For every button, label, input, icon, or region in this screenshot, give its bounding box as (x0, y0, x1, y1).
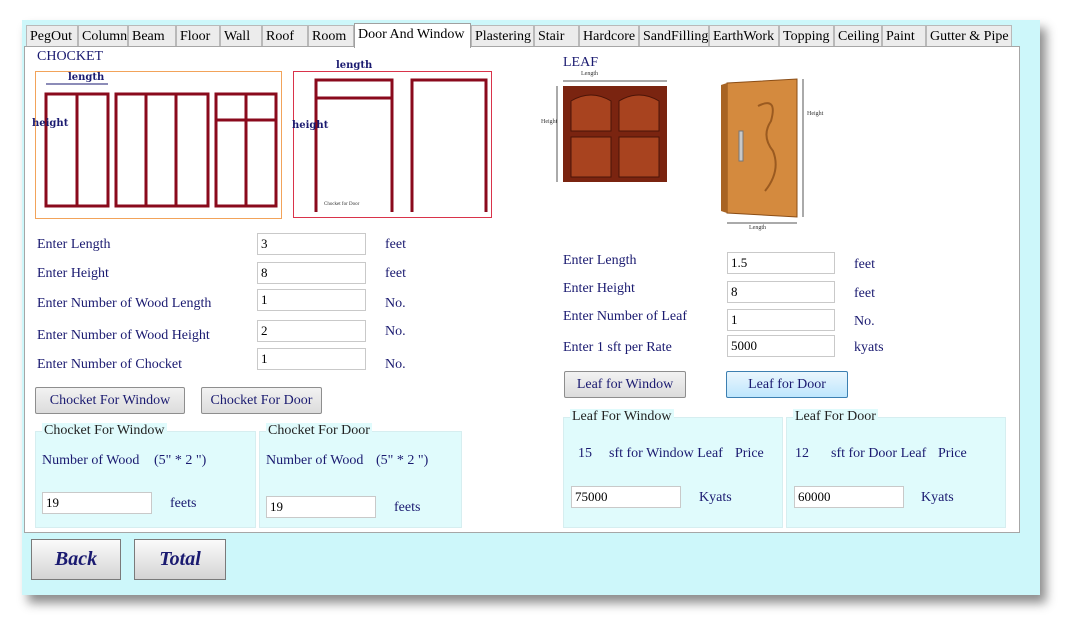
chocket-count-unit: No. (385, 357, 406, 372)
leaf-height-label: Height (541, 119, 558, 125)
back-button[interactable]: Back (31, 539, 121, 580)
leaf-door-sft-value: 12 (795, 446, 809, 461)
wood-height-unit: No. (385, 324, 406, 339)
chocket-height-input[interactable]: 8 (257, 262, 366, 284)
tab-beam[interactable]: Beam (128, 25, 176, 47)
window-frame-drawing (44, 83, 278, 208)
leaf-title: LEAF (563, 55, 598, 70)
leaf-height2-label: Height (807, 111, 824, 117)
leaf-count-input[interactable]: 1 (727, 309, 835, 331)
leaf-rate-unit: kyats (854, 340, 884, 355)
chocket-door-wood-unit: feets (394, 500, 421, 515)
leaf-count-unit: No. (854, 314, 875, 329)
tab-gutter-pipe[interactable]: Gutter & Pipe (926, 25, 1012, 47)
tab-topping[interactable]: Topping (779, 25, 834, 47)
chocket-for-window-button[interactable]: Chocket For Window (35, 387, 185, 414)
tab-ceiling[interactable]: Ceiling (834, 25, 882, 47)
leaf-window-group-title: Leaf For Window (570, 409, 674, 425)
chocket-window-diagram: length height (32, 71, 282, 219)
leaf-count-label: Enter Number of Leaf (563, 309, 687, 324)
chocket-height-label-text: Enter Height (37, 266, 109, 281)
leaf-length-input[interactable]: 1.5 (727, 252, 835, 274)
tab-stair[interactable]: Stair (534, 25, 579, 47)
leaf-height-label-text: Enter Height (563, 281, 635, 296)
leaf-door-group: Leaf For Door 12 sft for Door Leaf Price… (786, 409, 1006, 528)
main-window: PegOut Column Beam Floor Wall Roof Room … (22, 20, 1040, 595)
door-window-panel: CHOCKET length height length height Choc… (24, 46, 1020, 533)
tab-pegout[interactable]: PegOut (26, 25, 78, 47)
leaf-rate-input[interactable]: 5000 (727, 335, 835, 357)
door-caption: Chocket for Door (324, 202, 360, 207)
chocket-height-label: height (32, 118, 69, 129)
wood-length-unit: No. (385, 296, 406, 311)
leaf-length2-label: Length (749, 225, 766, 231)
leaf-window-sft-text: sft for Window Leaf (609, 446, 723, 461)
leaf-door-drawing (556, 78, 804, 224)
tab-roof[interactable]: Roof (262, 25, 308, 47)
leaf-for-door-button[interactable]: Leaf for Door (726, 371, 848, 398)
leaf-window-price-output[interactable]: 75000 (571, 486, 681, 508)
leaf-door-price-output[interactable]: 60000 (794, 486, 904, 508)
chocket-count-input[interactable]: 1 (257, 348, 366, 370)
door-length-label: length (336, 60, 373, 71)
tab-earthwork[interactable]: EarthWork (709, 25, 779, 47)
tab-paint[interactable]: Paint (882, 25, 926, 47)
leaf-door-group-title: Leaf For Door (793, 409, 878, 425)
chocket-window-group-title: Chocket For Window (42, 423, 167, 439)
chocket-window-group: Chocket For Window Number of Wood (5" * … (35, 423, 256, 528)
chocket-door-wood-label: Number of Wood (266, 453, 364, 468)
wood-height-input[interactable]: 2 (257, 320, 366, 342)
wood-length-input[interactable]: 1 (257, 289, 366, 311)
tab-hardcore[interactable]: Hardcore (579, 25, 639, 47)
chocket-length-unit: feet (385, 237, 406, 252)
chocket-door-wood-size: (5" * 2 ") (376, 453, 429, 468)
chocket-window-wood-size: (5" * 2 ") (154, 453, 207, 468)
leaf-height-unit: feet (854, 286, 875, 301)
chocket-window-wood-output[interactable]: 19 (42, 492, 152, 514)
tab-floor[interactable]: Floor (176, 25, 220, 47)
leaf-door-price-label: Price (938, 446, 967, 461)
leaf-for-window-button[interactable]: Leaf for Window (564, 371, 686, 398)
tab-room[interactable]: Room (308, 25, 354, 47)
chocket-count-label: Enter Number of Chocket (37, 357, 183, 372)
leaf-window-price-unit: Kyats (699, 490, 732, 505)
chocket-door-group-title: Chocket For Door (266, 423, 372, 439)
chocket-length-input[interactable]: 3 (257, 233, 366, 255)
tab-sandfilling[interactable]: SandFilling (639, 25, 709, 47)
total-button[interactable]: Total (134, 539, 226, 580)
leaf-rate-label: Enter 1 sft per Rate (563, 340, 672, 355)
leaf-length-label-text: Enter Length (563, 253, 637, 268)
chocket-door-wood-output[interactable]: 19 (266, 496, 376, 518)
chocket-window-wood-label: Number of Wood (42, 453, 140, 468)
leaf-length-label: Length (581, 71, 598, 77)
tab-wall[interactable]: Wall (220, 25, 262, 47)
leaf-height-input[interactable]: 8 (727, 281, 835, 303)
chocket-length-label: length (68, 72, 105, 83)
leaf-door-sft-text: sft for Door Leaf (831, 446, 927, 461)
chocket-length-label-text: Enter Length (37, 237, 111, 252)
chocket-for-door-button[interactable]: Chocket For Door (201, 387, 322, 414)
chocket-title: CHOCKET (37, 49, 104, 64)
tab-plastering[interactable]: Plastering (471, 25, 534, 47)
chocket-height-unit: feet (385, 266, 406, 281)
chocket-window-wood-unit: feets (170, 496, 197, 511)
chocket-door-diagram: length height Chocket for Door (292, 60, 492, 218)
tab-door-and-window[interactable]: Door And Window (354, 23, 471, 48)
door-height-label: height (292, 120, 329, 131)
leaf-window-group: Leaf For Window 15 sft for Window Leaf P… (563, 409, 783, 528)
chocket-door-group: Chocket For Door Number of Wood (5" * 2 … (259, 423, 462, 528)
wood-length-label: Enter Number of Wood Length (37, 296, 212, 311)
leaf-length-unit: feet (854, 257, 875, 272)
leaf-window-sft-value: 15 (578, 446, 592, 461)
door-frame-drawing (314, 78, 488, 212)
leaf-window-price-label: Price (735, 446, 764, 461)
leaf-diagram: Length Height Height Length (533, 71, 835, 236)
tab-column[interactable]: Column (78, 25, 128, 47)
wood-height-label: Enter Number of Wood Height (37, 328, 210, 343)
leaf-door-price-unit: Kyats (921, 490, 954, 505)
